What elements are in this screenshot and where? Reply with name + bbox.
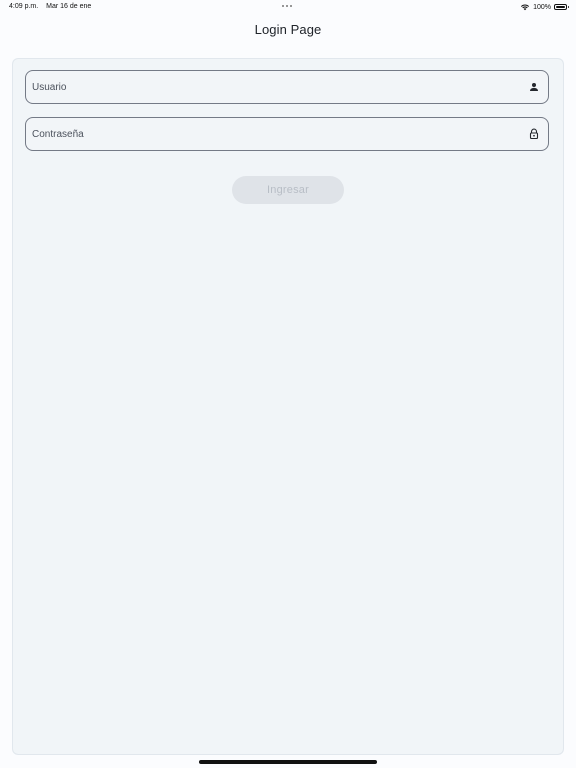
status-time-date: 4:09 p.m. Mar 16 de ene — [9, 3, 91, 10]
status-bar: 4:09 p.m. Mar 16 de ene 100% — [0, 0, 576, 16]
login-screen: 4:09 p.m. Mar 16 de ene 100% Login Page — [0, 0, 576, 768]
password-input[interactable] — [32, 127, 528, 141]
password-field[interactable] — [25, 117, 549, 151]
login-button[interactable]: Ingresar — [232, 176, 344, 204]
wifi-icon — [520, 4, 530, 11]
page-title: Login Page — [254, 22, 322, 37]
battery-percent: 100% — [533, 3, 551, 11]
multitasking-dots-icon[interactable] — [282, 4, 294, 8]
home-indicator[interactable] — [199, 760, 377, 764]
battery-icon — [554, 4, 569, 10]
status-time: 4:09 p.m. — [9, 3, 39, 10]
username-field[interactable] — [25, 70, 549, 104]
status-indicators: 100% — [520, 2, 569, 12]
status-date: Mar 16 de ene — [46, 3, 92, 10]
username-input[interactable] — [32, 80, 528, 94]
login-form-card: Ingresar — [13, 59, 563, 754]
person-icon — [530, 83, 538, 91]
lock-icon — [529, 128, 539, 140]
